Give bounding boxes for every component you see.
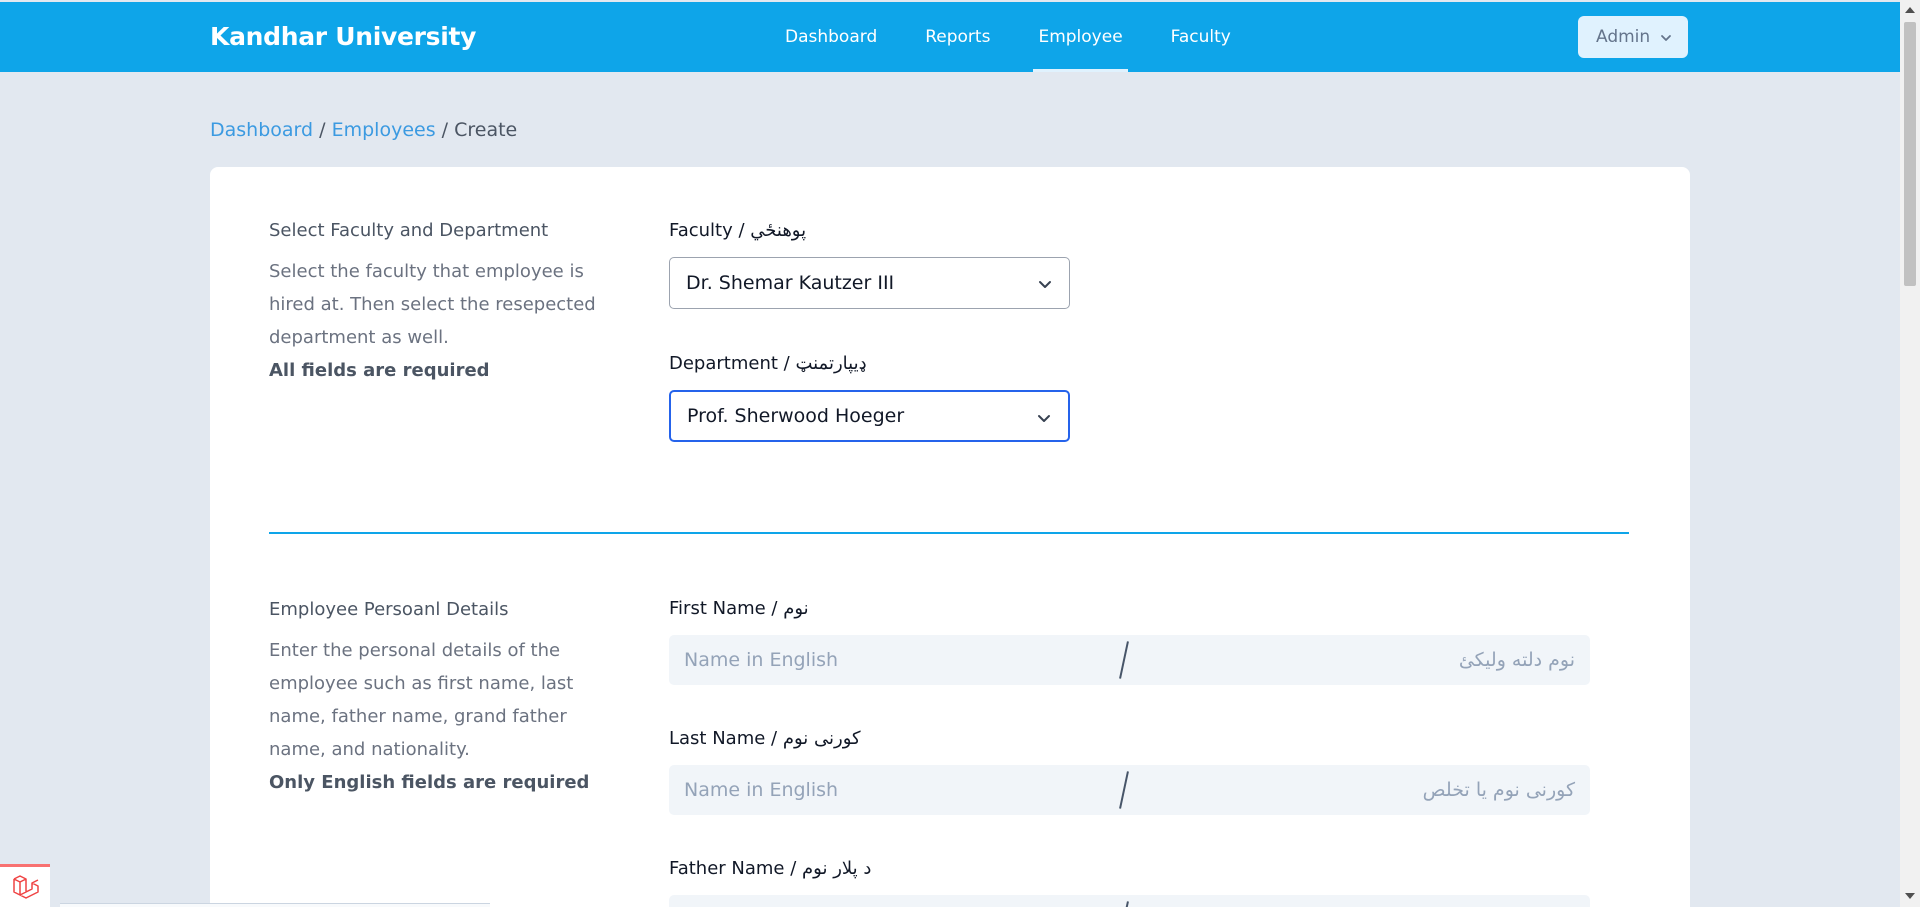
- input-separator: [1119, 641, 1129, 679]
- nav-dashboard[interactable]: Dashboard: [780, 2, 882, 72]
- section-divider: [269, 532, 1629, 534]
- breadcrumb-employees[interactable]: Employees: [332, 119, 436, 141]
- department-label: Department / ډيپارتمنټ: [669, 353, 867, 374]
- scroll-down-icon[interactable]: [1905, 893, 1915, 899]
- brand-title[interactable]: Kandhar University: [210, 22, 476, 51]
- laravel-logo-icon[interactable]: [0, 864, 50, 907]
- top-navbar: Kandhar University Dashboard Reports Emp…: [0, 2, 1900, 72]
- last-name-field[interactable]: Name in English کورنی نوم یا تخلص: [669, 765, 1590, 815]
- personal-section-description: Enter the personal details of the employ…: [269, 634, 599, 799]
- first-name-field[interactable]: Name in English نوم دلته وليکئ: [669, 635, 1590, 685]
- faculty-select-value: Dr. Shemar Kautzer III: [686, 272, 895, 294]
- department-select-value: Prof. Sherwood Hoeger: [687, 405, 905, 427]
- personal-section-text: Enter the personal details of the employ…: [269, 640, 574, 760]
- personal-required-note: Only English fields are required: [269, 772, 590, 793]
- faculty-section-description: Select the faculty that employee is hire…: [269, 255, 599, 387]
- last-name-ps-input[interactable]: کورنی نوم یا تخلص: [1423, 779, 1575, 801]
- faculty-select[interactable]: Dr. Shemar Kautzer III: [669, 257, 1070, 309]
- bottom-strip: [60, 903, 490, 907]
- nav-employee[interactable]: Employee: [1033, 2, 1128, 72]
- input-separator: [1119, 901, 1129, 907]
- nav-reports[interactable]: Reports: [920, 2, 995, 72]
- scroll-thumb[interactable]: [1904, 22, 1916, 286]
- father-name-label: Father Name / د پلار نوم: [669, 858, 872, 879]
- employee-form-card: Select Faculty and Department Select the…: [210, 167, 1690, 907]
- page-scrollbar[interactable]: [1900, 0, 1920, 907]
- department-select[interactable]: Prof. Sherwood Hoeger: [669, 390, 1070, 442]
- breadcrumb: Dashboard / Employees / Create: [210, 119, 517, 141]
- breadcrumb-separator: /: [319, 119, 326, 141]
- scroll-up-icon[interactable]: [1905, 7, 1915, 13]
- chevron-down-icon: [1037, 275, 1053, 297]
- user-menu-label: Admin: [1596, 27, 1651, 47]
- breadcrumb-separator: /: [441, 119, 449, 141]
- main-nav: Dashboard Reports Employee Faculty: [780, 2, 1274, 72]
- faculty-section-title: Select Faculty and Department: [269, 220, 549, 241]
- chevron-down-icon: [1660, 29, 1672, 49]
- breadcrumb-dashboard[interactable]: Dashboard: [210, 119, 313, 141]
- first-name-en-input[interactable]: Name in English: [684, 649, 838, 671]
- chevron-down-icon: [1036, 409, 1052, 431]
- last-name-label: Last Name / کورنی نوم: [669, 728, 861, 749]
- breadcrumb-current: Create: [454, 119, 518, 141]
- father-name-field[interactable]: [669, 895, 1590, 907]
- faculty-label: Faculty / پوهنځي: [669, 220, 807, 241]
- first-name-ps-input[interactable]: نوم دلته وليکئ: [1459, 649, 1575, 671]
- last-name-en-input[interactable]: Name in English: [684, 779, 838, 801]
- faculty-required-note: All fields are required: [269, 360, 490, 381]
- personal-section-title: Employee Persoanl Details: [269, 599, 509, 620]
- nav-faculty[interactable]: Faculty: [1166, 2, 1236, 72]
- user-menu-button[interactable]: Admin: [1578, 16, 1688, 58]
- first-name-label: First Name / نوم: [669, 598, 809, 619]
- faculty-section-text: Select the faculty that employee is hire…: [269, 261, 596, 348]
- input-separator: [1119, 771, 1129, 809]
